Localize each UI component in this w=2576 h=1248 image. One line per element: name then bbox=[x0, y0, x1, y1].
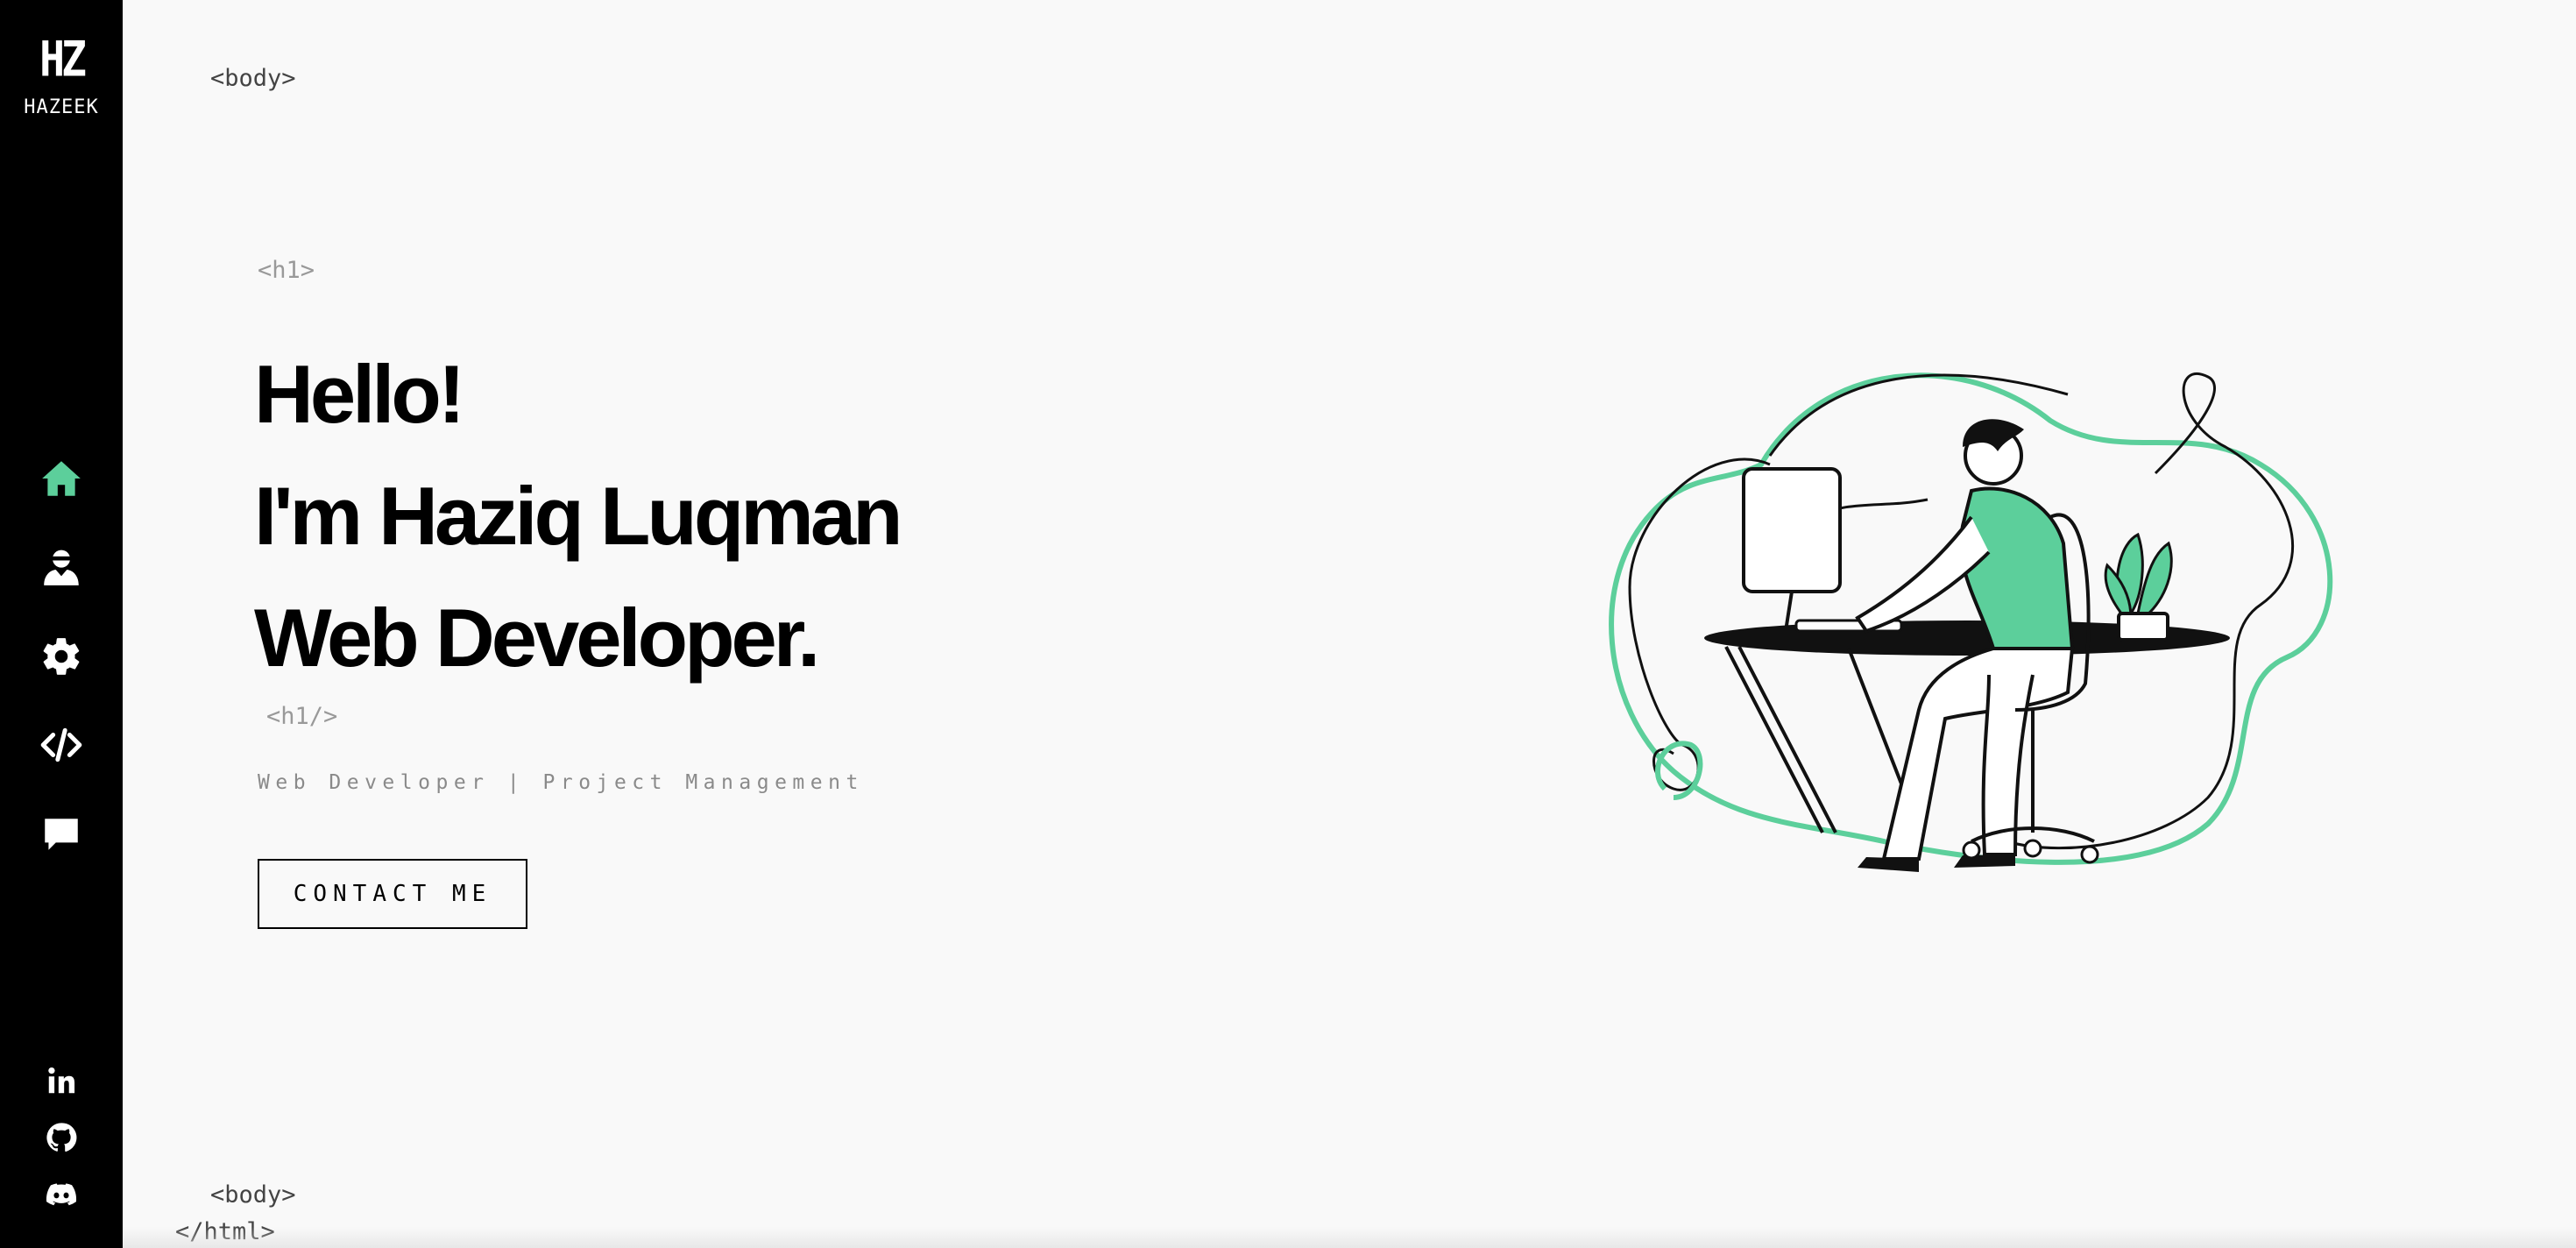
home-icon bbox=[42, 460, 81, 496]
social-discord[interactable] bbox=[0, 1166, 123, 1223]
nav-item-home[interactable] bbox=[0, 434, 123, 523]
headline-line-1: Hello! bbox=[254, 348, 465, 440]
linkedin-icon bbox=[48, 1067, 75, 1093]
tag-body-open: <body> bbox=[210, 65, 296, 92]
github-icon bbox=[46, 1122, 77, 1152]
bottom-shade bbox=[123, 1227, 2576, 1248]
nav-item-about[interactable] bbox=[0, 523, 123, 613]
social-links bbox=[0, 1052, 123, 1223]
sidebar: HZ HAZEEK bbox=[0, 0, 123, 1248]
discord-icon bbox=[46, 1182, 77, 1205]
nav-item-skills[interactable] bbox=[0, 612, 123, 701]
logo-mark: HZ bbox=[39, 31, 87, 89]
gear-icon bbox=[43, 637, 80, 675]
social-github[interactable] bbox=[0, 1109, 123, 1166]
headline-line-2: I'm Haziq Luqman bbox=[254, 470, 903, 562]
code-icon bbox=[40, 728, 82, 762]
contact-me-button[interactable]: CONTACT ME bbox=[258, 859, 527, 929]
chat-icon bbox=[45, 819, 78, 850]
tag-h1-open: <h1> bbox=[258, 257, 315, 284]
developer-illustration bbox=[1609, 372, 2333, 872]
nav-item-contact[interactable] bbox=[0, 790, 123, 879]
tag-h1-close: <h1/> bbox=[266, 703, 338, 730]
logo[interactable]: HZ HAZEEK bbox=[0, 31, 123, 118]
tag-body-close: <body> bbox=[210, 1181, 296, 1209]
sidebar-nav bbox=[0, 434, 123, 879]
hero-headline: Hello! I'm Haziq Luqman Web Developer. bbox=[254, 333, 903, 698]
user-icon bbox=[44, 550, 79, 586]
headline-line-3: Web Developer. bbox=[254, 592, 820, 684]
logo-text: HAZEEK bbox=[24, 96, 99, 118]
social-linkedin[interactable] bbox=[0, 1052, 123, 1109]
nav-item-projects[interactable] bbox=[0, 701, 123, 791]
hero-subtitle: Web Developer | Project Management bbox=[258, 771, 864, 794]
